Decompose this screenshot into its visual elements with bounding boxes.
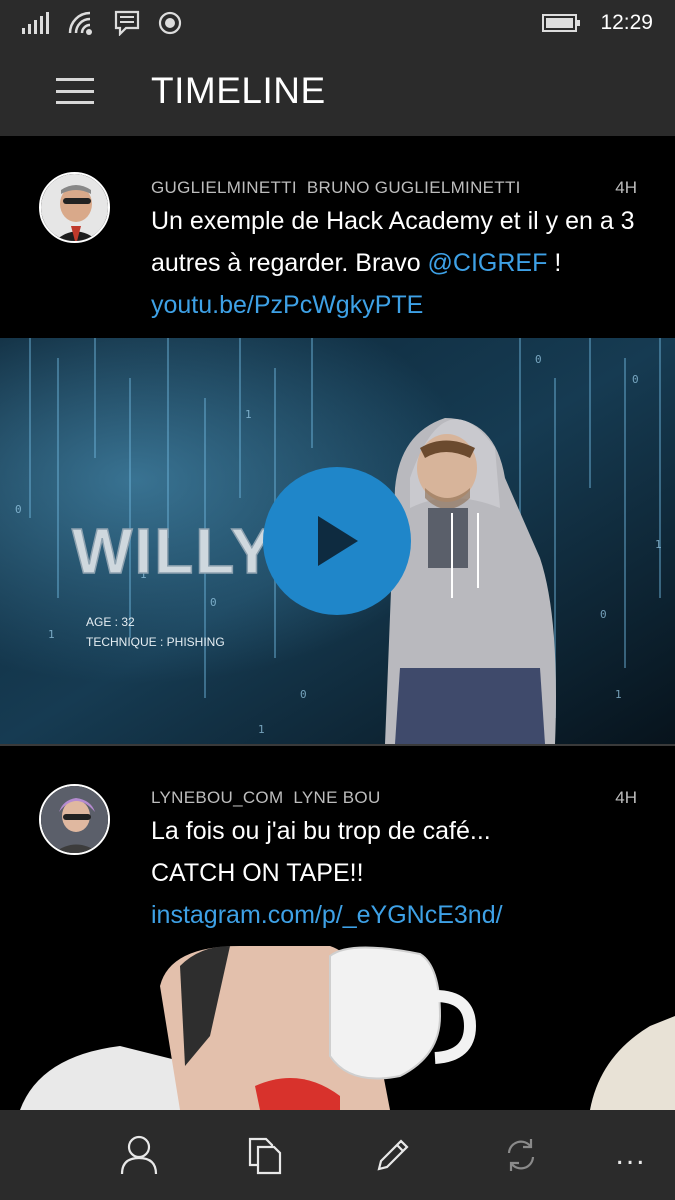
tweet-separator: ! <box>547 249 562 277</box>
compose-icon[interactable] <box>368 1130 418 1180</box>
tweet-body: La fois ou j'ai bu trop de café... CATCH… <box>151 817 491 887</box>
page-title: TIMELINE <box>151 70 326 111</box>
play-button[interactable] <box>263 467 411 615</box>
clock: 12:29 <box>600 11 653 34</box>
url-link[interactable]: instagram.com/p/_eYGNcE3nd/ <box>151 901 503 929</box>
svg-text:1: 1 <box>48 628 55 641</box>
video-thumbnail[interactable]: 010 100 011 011 WILLY AGE : 32 TECHNIQUE… <box>0 338 675 744</box>
svg-text:1: 1 <box>655 538 662 551</box>
timeline[interactable]: GUGLIELMINETTI BRUNO GUGLIELMINETTI 4H U… <box>0 136 675 1110</box>
header: TIMELINE <box>0 46 675 136</box>
tweet-age: 4H <box>615 178 637 197</box>
tweet-age: 4H <box>615 788 637 807</box>
app-bar: ... <box>0 1110 675 1200</box>
overlay-title: WILLY <box>72 515 275 587</box>
overlay-age: AGE : 32 <box>86 615 135 629</box>
tweet-header: LYNEBOU_COM LYNE BOU 4H <box>151 788 637 808</box>
refresh-icon[interactable] <box>496 1130 546 1180</box>
signal-icon <box>22 12 49 34</box>
svg-text:0: 0 <box>535 353 542 366</box>
svg-text:1: 1 <box>258 723 265 736</box>
status-bar: 12:29 <box>0 0 675 46</box>
tweet-author-name: LYNE BOU <box>293 788 381 807</box>
more-button[interactable]: ... <box>606 1130 656 1180</box>
pages-icon[interactable] <box>240 1130 290 1180</box>
svg-text:0: 0 <box>15 503 22 516</box>
tweet-body: Un exemple de Hack Academy et il y en a … <box>151 207 635 277</box>
svg-text:0: 0 <box>300 688 307 701</box>
play-icon <box>318 516 358 566</box>
tweet-text: Un exemple de Hack Academy et il y en a … <box>151 200 635 326</box>
message-icon <box>114 10 140 36</box>
tweet-handle[interactable]: LYNEBOU_COM <box>151 788 283 808</box>
avatar[interactable] <box>39 172 110 243</box>
battery-icon <box>542 14 581 32</box>
url-link[interactable]: youtu.be/PzPcWgkyPTE <box>151 291 423 319</box>
profile-icon[interactable] <box>114 1130 164 1180</box>
tweet-handle[interactable]: GUGLIELMINETTI <box>151 178 297 198</box>
record-icon <box>158 11 182 35</box>
tweet-card[interactable]: LYNEBOU_COM LYNE BOU 4H La fois ou j'ai … <box>0 746 675 1110</box>
overlay-technique: TECHNIQUE : PHISHING <box>86 635 225 649</box>
svg-text:1: 1 <box>245 408 252 421</box>
svg-text:0: 0 <box>632 373 639 386</box>
hamburger-icon[interactable] <box>56 78 94 104</box>
wifi-icon <box>68 11 92 35</box>
svg-text:0: 0 <box>210 596 217 609</box>
tweet-text: La fois ou j'ai bu trop de café... CATCH… <box>151 810 565 936</box>
tweet-author-name: BRUNO GUGLIELMINETTI <box>306 178 521 197</box>
mention-link[interactable]: @CIGREF <box>428 249 548 277</box>
image-thumbnail[interactable] <box>0 946 675 1110</box>
photo <box>0 946 675 1110</box>
avatar[interactable] <box>39 784 110 855</box>
svg-text:1: 1 <box>615 688 622 701</box>
tweet-card[interactable]: GUGLIELMINETTI BRUNO GUGLIELMINETTI 4H U… <box>0 136 675 746</box>
tweet-header: GUGLIELMINETTI BRUNO GUGLIELMINETTI 4H <box>151 178 637 198</box>
svg-text:0: 0 <box>600 608 607 621</box>
